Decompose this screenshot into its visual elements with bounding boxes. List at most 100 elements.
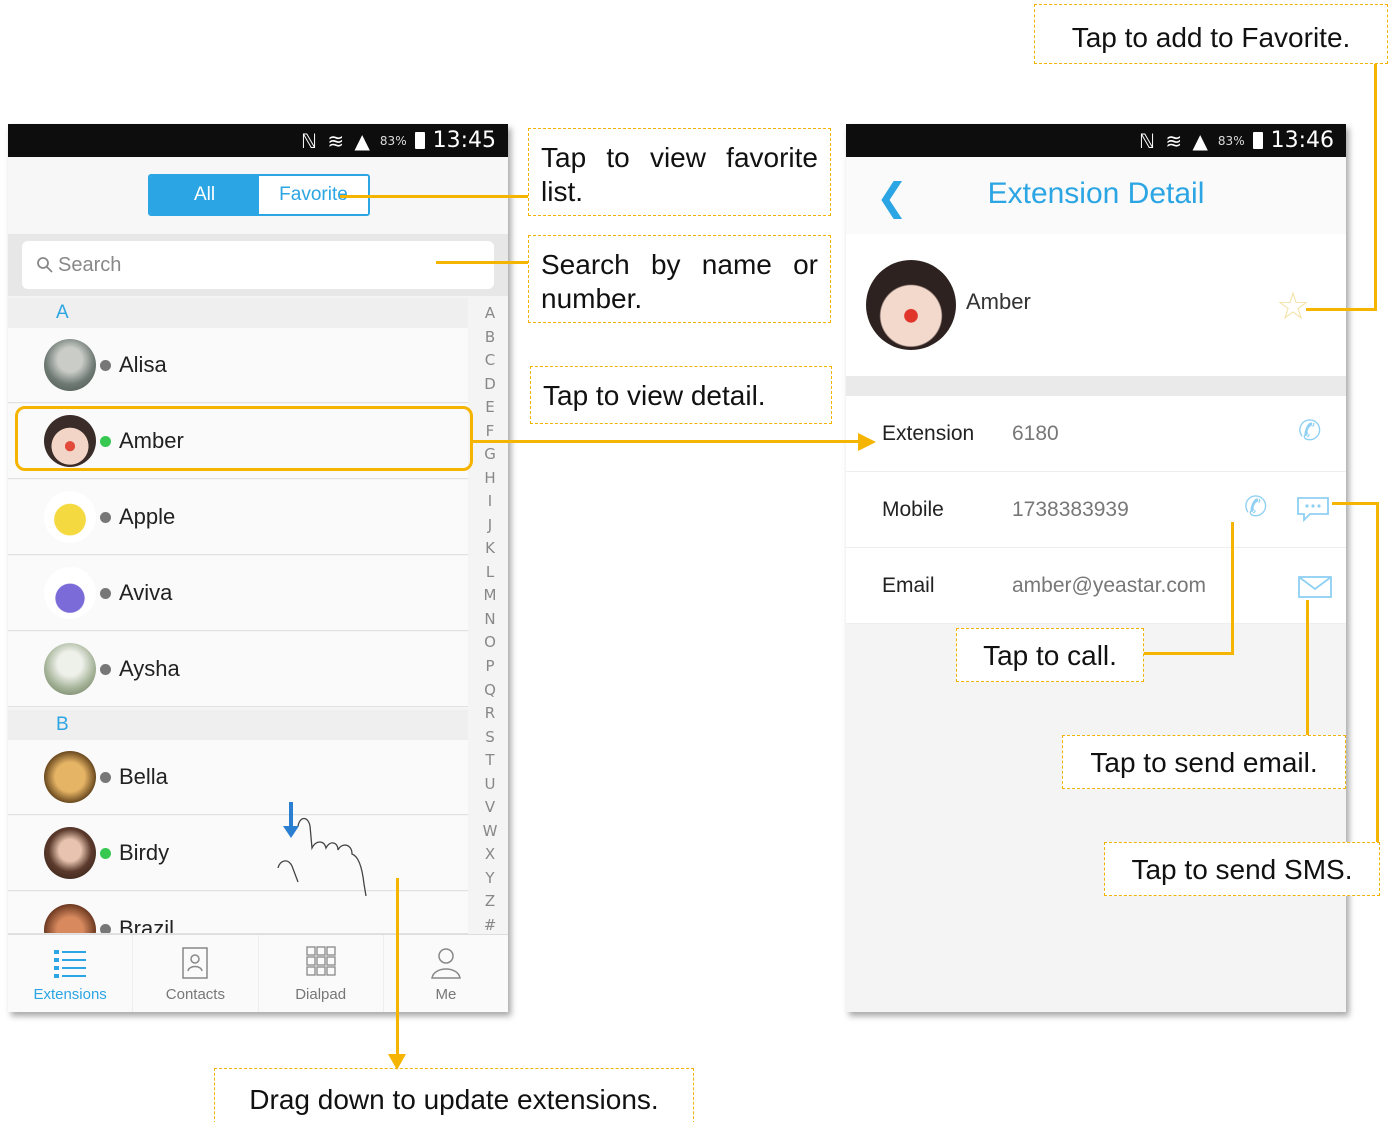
list-item[interactable]: Apple (8, 480, 468, 555)
index-letter[interactable]: N (484, 610, 495, 628)
index-letter[interactable]: F (486, 422, 495, 440)
list-item[interactable]: Bella (8, 740, 468, 815)
index-letter[interactable]: V (485, 798, 495, 816)
avatar (44, 904, 96, 933)
index-letter[interactable]: L (486, 563, 494, 581)
index-letter[interactable]: E (485, 398, 494, 416)
list-item[interactable]: Birdy (8, 816, 468, 891)
detail-value: amber@yeastar.com (1012, 573, 1207, 597)
tab-label: Contacts (165, 986, 225, 1003)
tab-contacts[interactable]: Contacts (133, 935, 259, 1012)
list-item[interactable]: Aviva (8, 556, 468, 631)
presence-dot (100, 847, 111, 859)
presence-dot (100, 924, 111, 933)
detail-value: 6180 (1012, 421, 1059, 445)
list-icon (54, 950, 87, 978)
index-letter[interactable]: S (485, 728, 495, 746)
avatar (44, 751, 96, 803)
index-letter[interactable]: G (484, 445, 496, 463)
index-letter[interactable]: Z (485, 892, 495, 910)
index-letter[interactable]: M (484, 586, 497, 604)
index-letter[interactable]: B (485, 328, 495, 346)
index-letter[interactable]: A (485, 304, 495, 322)
sms-icon[interactable] (1296, 496, 1330, 522)
avatar (44, 491, 96, 543)
connector-sms-h (1332, 502, 1379, 505)
detail-row-extension: Extension 6180 ✆ (846, 396, 1346, 472)
index-letter[interactable]: U (485, 775, 496, 793)
index-letter[interactable]: # (484, 916, 497, 934)
contacts-icon (182, 947, 209, 979)
callout-detail: Tap to view detail. (530, 366, 832, 424)
connector-favorite-v (1374, 64, 1377, 310)
star-icon[interactable]: ☆ (1276, 284, 1310, 328)
arrow-drag (388, 1054, 406, 1070)
status-bar: ℕ ≋ ▲ 83% 13:45 (8, 124, 508, 157)
segment-all[interactable]: All (150, 176, 259, 214)
mail-icon[interactable] (1298, 576, 1332, 598)
presence-dot (100, 511, 111, 523)
detail-label: Extension (882, 421, 975, 445)
extension-name: Brazil (119, 916, 175, 934)
search-placeholder: Search (58, 253, 122, 276)
avatar (44, 643, 96, 695)
search-icon (37, 257, 53, 273)
index-letter[interactable]: I (488, 492, 492, 510)
tab-extensions[interactable]: Extensions (8, 935, 134, 1012)
callout-email: Tap to send email. (1062, 735, 1346, 789)
index-letter[interactable]: P (485, 657, 494, 675)
detail-label: Mobile (882, 497, 944, 521)
connector-favorite-h (1306, 308, 1377, 311)
extension-name: Alisa (119, 352, 167, 377)
tab-label: Extensions (33, 986, 107, 1003)
page-title: Extension Detail (987, 177, 1205, 210)
presence-dot (100, 771, 111, 783)
list-item[interactable]: Aysha (8, 632, 468, 707)
index-letter[interactable]: K (485, 539, 495, 557)
phone-icon[interactable]: ✆ (1298, 414, 1321, 447)
index-letter[interactable]: O (484, 633, 496, 651)
phone-icon[interactable]: ✆ (1244, 490, 1267, 523)
index-letter[interactable]: W (483, 822, 498, 840)
search-bar: Search (8, 234, 508, 296)
avatar (44, 339, 96, 391)
divider (846, 376, 1346, 396)
connector-search (436, 261, 528, 264)
index-letter[interactable]: J (488, 516, 492, 534)
presence-dot (100, 663, 111, 675)
avatar (866, 260, 956, 350)
extension-name: Aviva (119, 580, 173, 605)
list-item[interactable]: Alisa (8, 328, 468, 403)
clock: 13:46 (1270, 128, 1334, 153)
callout-search: Search by name or number. (528, 235, 831, 323)
network-icons: ℕ ≋ ▲ (301, 128, 372, 153)
index-letter[interactable]: Q (484, 681, 496, 699)
list-item[interactable]: Brazil (8, 892, 468, 934)
tab-dialpad[interactable]: Dialpad (259, 935, 384, 1012)
segment-control: All Favorite (148, 174, 370, 216)
alphabet-index[interactable]: A B C D E F G H I J K L M N O P Q R S T U V W X Y Z # (478, 304, 502, 934)
index-letter[interactable]: X (485, 845, 495, 863)
clock: 13:45 (432, 128, 496, 153)
index-letter[interactable]: C (485, 351, 495, 369)
profile-card: Amber ☆ (846, 234, 1346, 376)
index-letter[interactable]: Y (485, 869, 494, 887)
avatar (44, 567, 96, 619)
connector-call-v (1231, 522, 1234, 654)
index-letter[interactable]: T (485, 751, 494, 769)
section-header-b: B (8, 710, 468, 740)
connector-favorite (340, 195, 528, 198)
index-letter[interactable]: R (485, 704, 495, 722)
battery-icon (1252, 132, 1263, 149)
index-letter[interactable]: D (484, 375, 496, 393)
detail-row-mobile: Mobile 1738383939 ✆ (846, 472, 1346, 548)
index-letter[interactable]: H (484, 469, 495, 487)
search-input[interactable]: Search (22, 241, 494, 289)
network-icons: ℕ ≋ ▲ (1139, 128, 1210, 153)
connector-call-h (1144, 652, 1234, 655)
presence-dot (100, 587, 111, 599)
battery-percent: 83% (1217, 133, 1245, 148)
bottom-tab-bar: Extensions Contacts Dialpad Me (8, 934, 508, 1012)
extension-name: Apple (119, 504, 176, 529)
tab-me[interactable]: Me (384, 935, 508, 1012)
